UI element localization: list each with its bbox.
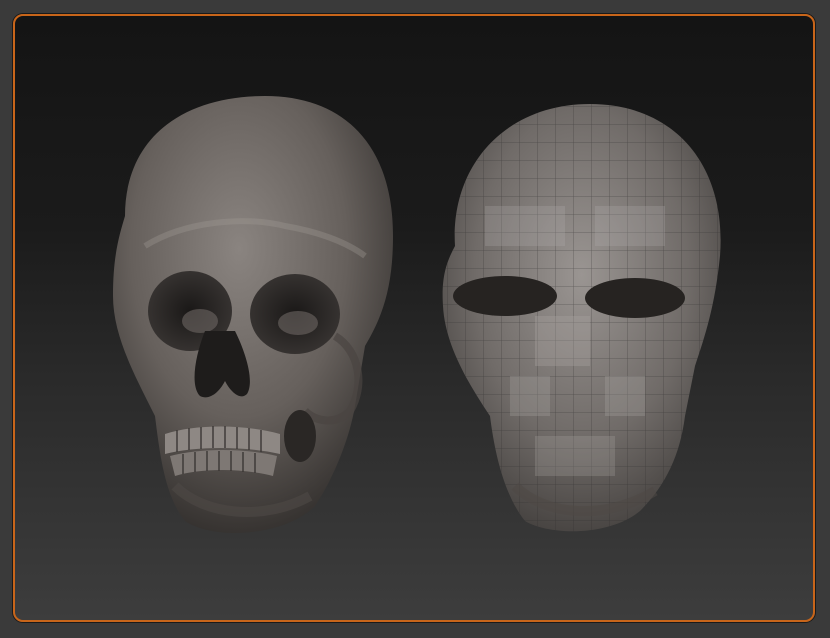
viewport-scene [113, 96, 721, 533]
3d-viewport[interactable] [13, 14, 815, 622]
window-frame [0, 0, 830, 638]
sculpted-skull[interactable] [113, 96, 393, 533]
left-eye-socket-lowpoly [453, 276, 557, 316]
lowpoly-skull[interactable] [442, 104, 721, 532]
right-eye-socket-lowpoly [585, 278, 685, 318]
